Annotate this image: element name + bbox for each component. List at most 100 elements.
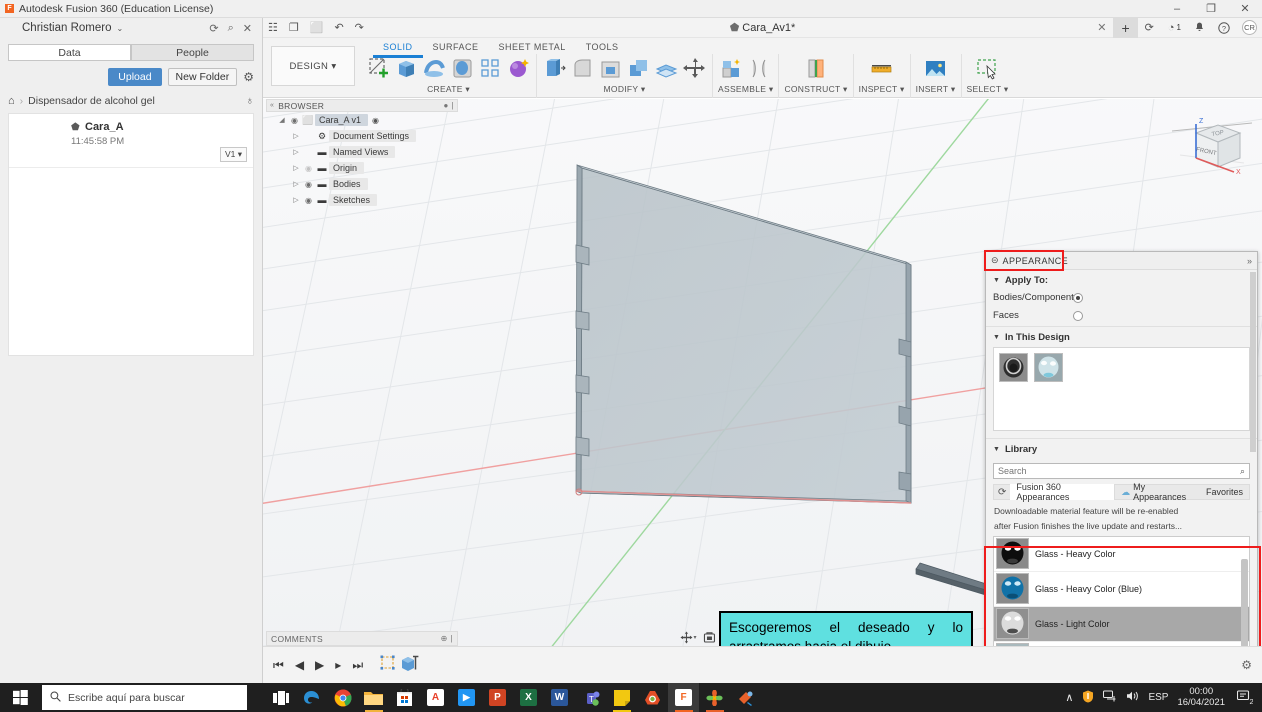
window-maximize-button[interactable]: ❐	[1194, 0, 1228, 18]
comments-menu-icon[interactable]: ⊕	[441, 634, 448, 643]
offset-plane-icon[interactable]	[804, 56, 829, 81]
teams-icon[interactable]: T	[575, 683, 606, 712]
breadcrumb-project[interactable]: Dispensador de alcohol gel	[28, 95, 155, 107]
adobe-acrobat-icon[interactable]: A	[420, 683, 451, 712]
tree-item-sketches[interactable]: ▷ ◉ ▬ Sketches	[266, 192, 458, 208]
apply-to-faces-row[interactable]: Faces	[986, 308, 1257, 326]
activate-radio-icon[interactable]: ◉	[372, 116, 379, 125]
help-icon[interactable]: ?	[1211, 21, 1237, 34]
list-item[interactable]: ⬟ Cara_A 11:45:58 PM V1 ▾	[9, 114, 253, 168]
orbit-icon[interactable]: ▾	[679, 631, 696, 644]
form-icon[interactable]	[506, 56, 531, 81]
paint-icon[interactable]	[730, 683, 761, 712]
workspace-selector[interactable]: DESIGN ▾	[271, 46, 355, 86]
tab-people[interactable]: People	[131, 44, 254, 61]
notifications-bell-icon[interactable]	[1188, 22, 1211, 33]
tab-favorites[interactable]: Favorites	[1200, 484, 1249, 500]
fusion360-icon[interactable]: F	[668, 683, 699, 712]
close-panel-icon[interactable]: ✕	[243, 22, 252, 35]
tab-fusion-360-appearances[interactable]: Fusion 360 Appearances	[1010, 482, 1116, 502]
look-at-icon[interactable]	[702, 631, 715, 644]
insert-group-label[interactable]: INSERT ▾	[916, 84, 956, 95]
timeline-sketch-feature[interactable]	[380, 655, 397, 675]
expand-arrow-icon[interactable]: ▷	[290, 132, 302, 140]
undo-icon[interactable]: ↶	[334, 21, 343, 34]
bodies-components-radio[interactable]	[1073, 292, 1083, 303]
refresh-icon[interactable]: ⟳	[209, 22, 218, 35]
material-list-scrollbar[interactable]	[1241, 558, 1248, 646]
create-sketch-icon[interactable]	[366, 56, 391, 81]
select-group-label[interactable]: SELECT ▾	[967, 84, 1009, 95]
start-button[interactable]	[0, 683, 40, 712]
app-grid-icon[interactable]: ☷	[268, 21, 278, 34]
window-minimize-button[interactable]: –	[1160, 0, 1194, 18]
in-this-design-header[interactable]: ▼ In This Design	[986, 327, 1257, 347]
visibility-icon[interactable]: ◉	[302, 180, 315, 189]
inspect-group-label[interactable]: INSPECT ▾	[859, 84, 905, 95]
pattern-icon[interactable]	[478, 56, 503, 81]
volume-icon[interactable]	[1126, 690, 1139, 705]
redo-icon[interactable]: ↷	[355, 21, 364, 34]
security-shield-icon[interactable]	[1082, 690, 1094, 706]
language-indicator[interactable]: ESP	[1148, 692, 1168, 703]
search-input[interactable]	[998, 466, 1240, 476]
assemble-group-label[interactable]: ASSEMBLE ▾	[718, 84, 773, 95]
excel-icon[interactable]: X	[513, 683, 544, 712]
gear-icon[interactable]: ⚙	[243, 70, 254, 84]
move-copy-icon[interactable]	[682, 56, 707, 81]
insert-image-icon[interactable]	[923, 56, 948, 81]
tree-item-origin[interactable]: ▷ ◉ ▬ Origin	[266, 160, 458, 176]
globe-icon[interactable]: ♁	[246, 95, 254, 107]
expand-arrow-icon[interactable]: ▷	[290, 196, 302, 204]
microsoft-store-icon[interactable]	[389, 683, 420, 712]
press-pull-icon[interactable]	[542, 56, 567, 81]
timeline-play[interactable]: ▶	[315, 658, 324, 672]
create-group-label[interactable]: CREATE ▾	[427, 84, 470, 95]
browser-menu-icon[interactable]: ●	[443, 101, 448, 110]
tree-item-document-settings[interactable]: ▷ ⚙ Document Settings	[266, 128, 458, 144]
apply-to-bodies-row[interactable]: Bodies/Components	[986, 290, 1257, 308]
notification-center-icon[interactable]: 2	[1234, 683, 1256, 712]
tray-expand-chevron-icon[interactable]: ∧	[1065, 691, 1073, 704]
tab-close-icon[interactable]: ✕	[1090, 21, 1113, 34]
expand-arrow-icon[interactable]: ▷	[290, 164, 302, 172]
library-header[interactable]: ▼ Library	[986, 439, 1257, 459]
sticky-notes-icon[interactable]	[606, 683, 637, 712]
timeline-jump-start[interactable]: ⏮	[273, 658, 284, 673]
chevron-down-icon[interactable]: ⌄	[116, 24, 123, 33]
home-icon[interactable]: ⌂	[8, 95, 15, 107]
appearance-dialog[interactable]: ⊝ APPEARANCE » ▼ Apply To: Bodies/Compon…	[984, 250, 1261, 646]
task-view-icon[interactable]	[265, 683, 296, 712]
clock[interactable]: 00:00 16/04/2021	[1177, 686, 1225, 709]
edge-icon[interactable]	[296, 683, 327, 712]
library-refresh-icon[interactable]: ⟳	[994, 487, 1010, 498]
chrome-icon[interactable]	[327, 683, 358, 712]
new-file-icon[interactable]: ❐	[289, 21, 299, 34]
tree-item-bodies[interactable]: ▷ ◉ ▬ Bodies	[266, 176, 458, 192]
photos-icon[interactable]	[699, 683, 730, 712]
tab-my-appearances[interactable]: ☁ My Appearances	[1115, 482, 1200, 502]
search-icon[interactable]: ⌕	[1240, 466, 1245, 477]
save-icon[interactable]: ⬜	[310, 21, 324, 34]
material-item-glass-heavy-color[interactable]: Glass - Heavy Color	[994, 537, 1249, 572]
version-badge[interactable]: V1 ▾	[219, 147, 247, 162]
new-folder-button[interactable]: New Folder	[167, 68, 238, 86]
material-item-glass-heavy-color-blue[interactable]: Glass - Heavy Color (Blue)	[994, 572, 1249, 607]
shell-icon[interactable]	[598, 56, 623, 81]
visibility-icon[interactable]: ◉	[288, 116, 301, 125]
timeline-jump-end[interactable]: ⏭	[352, 658, 363, 673]
tree-item-cara-a[interactable]: ◢ ◉ ⬜ Cara_A v1 ◉	[266, 112, 458, 128]
material-item-glass-light-color[interactable]: Glass - Light Color	[994, 606, 1249, 642]
file-explorer-icon[interactable]	[358, 683, 389, 712]
sync-icon[interactable]: ⟳	[1138, 21, 1161, 34]
expand-icon[interactable]: »	[1247, 256, 1252, 266]
select-window-icon[interactable]	[975, 56, 1000, 81]
window-close-button[interactable]: ✕	[1228, 0, 1262, 18]
media-player-icon[interactable]: ▶	[451, 683, 482, 712]
expand-arrow-icon[interactable]: ▷	[290, 148, 302, 156]
word-icon[interactable]: W	[544, 683, 575, 712]
avatar[interactable]: CR	[1242, 20, 1257, 35]
glass-light-material-thumb[interactable]	[1034, 353, 1063, 382]
chevron-down-icon[interactable]: ▾	[693, 634, 696, 641]
drive-icon[interactable]	[637, 683, 668, 712]
